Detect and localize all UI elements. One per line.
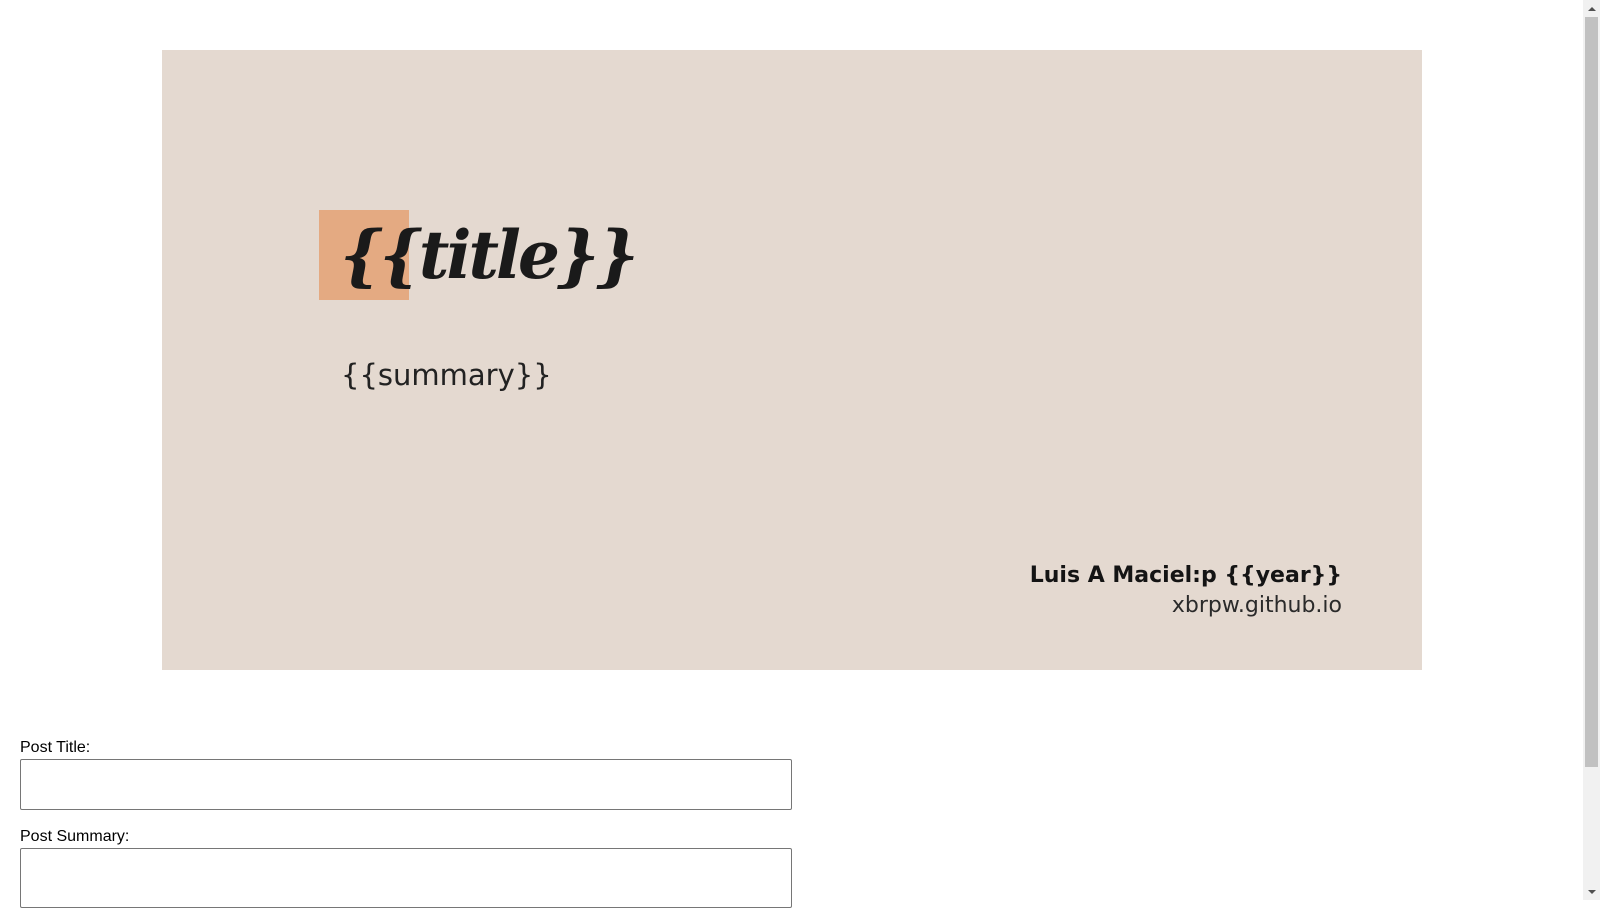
vertical-scrollbar[interactable] [1583,0,1600,900]
post-title-label: Post Title: [20,739,91,756]
post-form: Post Title: Post Summary: [20,738,792,908]
author-site: xbrpw.github.io [1171,593,1342,618]
preview-card: {{title}} {{summary}} Luis A Maciel:p {{… [162,50,1422,670]
post-summary-input[interactable] [20,848,792,908]
preview-title: {{title}} [340,216,639,294]
post-summary-label: Post Summary: [20,828,130,845]
scroll-up-arrow-icon[interactable] [1583,0,1600,17]
preview-summary: {{summary}} [341,358,552,392]
scroll-down-arrow-icon[interactable] [1583,883,1600,900]
author-block: Luis A Maciel:p {{year}} xbrpw.github.io [1030,561,1342,621]
post-title-input[interactable] [20,759,792,810]
scroll-thumb[interactable] [1585,17,1598,767]
author-name: Luis A Maciel:p {{year}} [1029,563,1342,588]
